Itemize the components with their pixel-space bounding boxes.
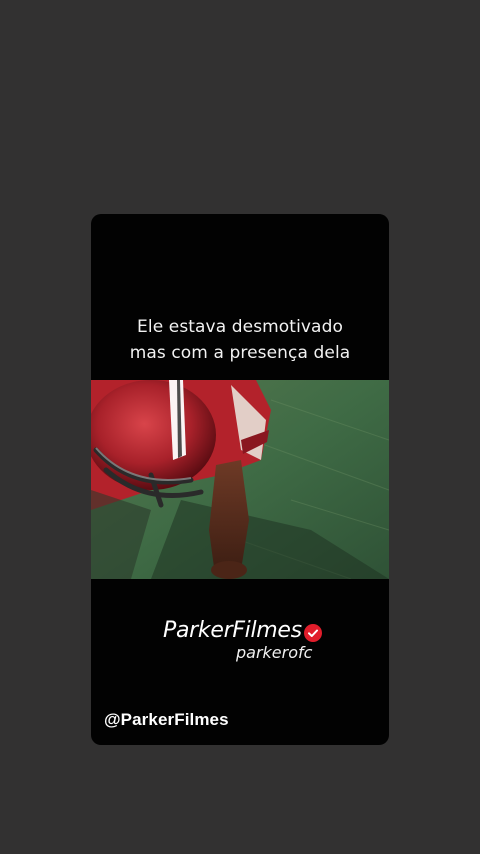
story-card: Ele estava desmotivado mas com a presenç… [91,214,389,745]
brand-name: ParkerFilmes [163,618,302,643]
caption-text: Ele estava desmotivado mas com a presenç… [91,314,389,366]
account-handle[interactable]: @ParkerFilmes [104,710,229,730]
caption-line-1: Ele estava desmotivado [137,317,343,337]
brand-watermark: ParkerFilmes parkerofc [163,618,363,662]
brand-title: ParkerFilmes [163,618,363,643]
brand-subtitle: parkerofc [236,643,313,662]
video-frame[interactable] [91,380,389,579]
verified-badge-icon [303,623,322,642]
video-frame-image [91,380,389,579]
caption-line-2: mas com a presença dela [129,343,351,363]
